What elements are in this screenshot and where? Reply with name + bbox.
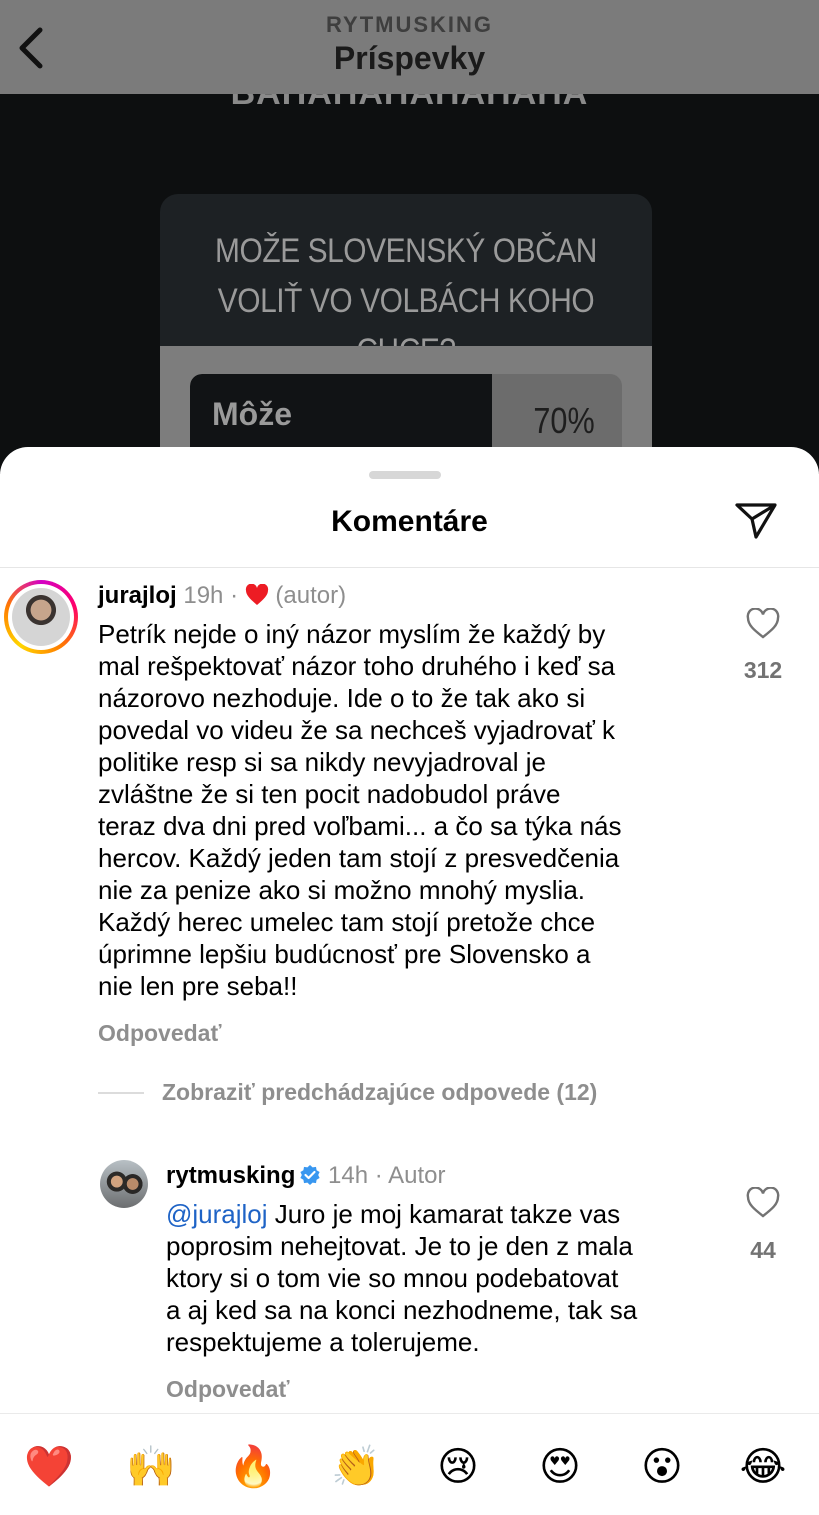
- mention-link[interactable]: @jurajloj: [166, 1199, 268, 1229]
- reply-time: 14h: [328, 1162, 369, 1189]
- poll-card: MOŽE SLOVENSKÝ OBČAN VOLIŤ VO VOLBÁCH KO…: [160, 194, 652, 474]
- reply-button[interactable]: Odpovedať: [166, 1376, 289, 1403]
- like-count: 44: [750, 1237, 776, 1263]
- like-heart-icon[interactable]: [746, 1187, 780, 1219]
- emoji-raising-hands[interactable]: 🙌: [121, 1442, 181, 1492]
- poll-option-percent: 70%: [533, 400, 595, 441]
- reply-text: @jurajloj Juro je moj kamarat takze vas …: [166, 1199, 638, 1357]
- verified-badge-icon: [300, 1165, 320, 1185]
- page-title: Príspevky: [333, 40, 486, 76]
- sheet-title: Komentáre: [331, 505, 488, 538]
- reply-meta: rytmusking 14h · Autor: [166, 1162, 446, 1189]
- sheet-grabber[interactable]: [369, 471, 441, 479]
- emoji-reaction-bar: ❤️ 🙌 🔥 👏 😢 😍 😮 😂: [0, 1413, 819, 1515]
- post-preview: BAHAHAHAHAHAHA MOŽE SLOVENSKÝ OBČAN VOLI…: [0, 94, 819, 474]
- liked-by-author-heart-icon: [245, 583, 268, 605]
- emoji-surprised-face[interactable]: 😮: [632, 1442, 692, 1492]
- avatar-image: [12, 588, 70, 646]
- view-previous-replies[interactable]: Zobraziť predchádzajúce odpovede (12): [162, 1079, 597, 1106]
- like-count: 312: [743, 657, 783, 683]
- emoji-heart[interactable]: ❤️: [19, 1442, 79, 1492]
- avatar[interactable]: [100, 1160, 148, 1208]
- reply-username[interactable]: rytmusking: [166, 1162, 295, 1189]
- like-heart-icon[interactable]: [746, 608, 780, 640]
- share-send-icon[interactable]: [734, 501, 778, 541]
- reply-button[interactable]: Odpovedať: [98, 1020, 221, 1047]
- top-bar: RYTMUSKING Príspevky: [0, 0, 819, 94]
- comment-meta: jurajloj 19h · (autor): [98, 582, 347, 609]
- comment-username[interactable]: jurajloj: [98, 582, 177, 609]
- avatar[interactable]: [4, 580, 78, 654]
- replies-divider: [98, 1092, 144, 1094]
- author-tag: Autor: [388, 1162, 446, 1189]
- emoji-crying-face[interactable]: 😢: [428, 1442, 488, 1492]
- author-tag: (autor): [275, 582, 347, 609]
- poll-option-label: Môže: [212, 396, 292, 432]
- divider: [0, 567, 819, 568]
- post-caption-text: BAHAHAHAHAHAHA: [0, 94, 819, 113]
- emoji-laughing-face[interactable]: 😂: [733, 1442, 793, 1492]
- emoji-heart-eyes[interactable]: 😍: [530, 1442, 590, 1492]
- comment-time: 19h: [183, 582, 224, 609]
- emoji-fire[interactable]: 🔥: [223, 1442, 283, 1492]
- emoji-clapping-hands[interactable]: 👏: [326, 1442, 386, 1492]
- comment-text: Petrík nejde o iný názor myslím že každý…: [98, 619, 622, 1001]
- account-name: RYTMUSKING: [325, 12, 494, 37]
